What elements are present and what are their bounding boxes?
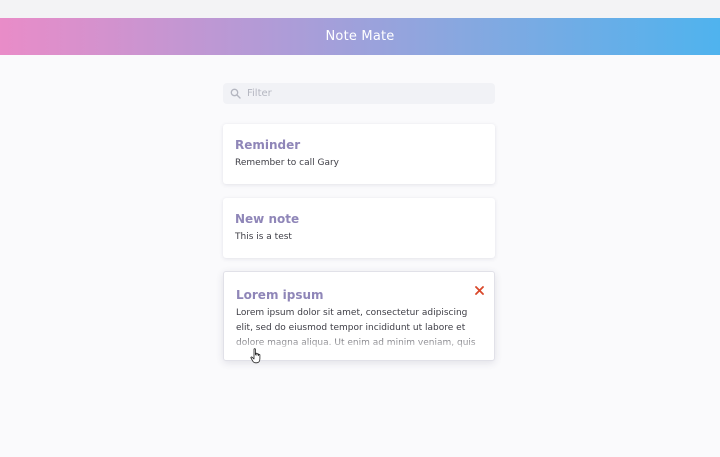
note-card-hovered[interactable]: Lorem ipsum Lorem ipsum dolor sit amet, … (223, 271, 495, 361)
note-body: Remember to call Gary (235, 158, 340, 168)
note-body: This is a test (235, 232, 292, 242)
filter-input[interactable] (247, 88, 477, 99)
note-title: Lorem ipsum (236, 288, 324, 302)
app-title: Note Mate (325, 29, 395, 44)
close-icon (474, 280, 484, 299)
note-title: New note (235, 212, 300, 226)
browser-top-strip (0, 0, 720, 19)
note-card[interactable]: Reminder Remember to call Gary (223, 124, 495, 184)
delete-note-button[interactable] (471, 281, 487, 297)
app-header: Note Mate (0, 18, 720, 55)
search-icon (230, 88, 241, 99)
note-title: Reminder (235, 138, 301, 152)
hand-pointer-icon (250, 348, 262, 364)
note-card[interactable]: New note This is a test (223, 198, 495, 258)
filter-bar[interactable] (223, 83, 495, 104)
note-body: Lorem ipsum dolor sit amet, consectetur … (236, 308, 476, 348)
